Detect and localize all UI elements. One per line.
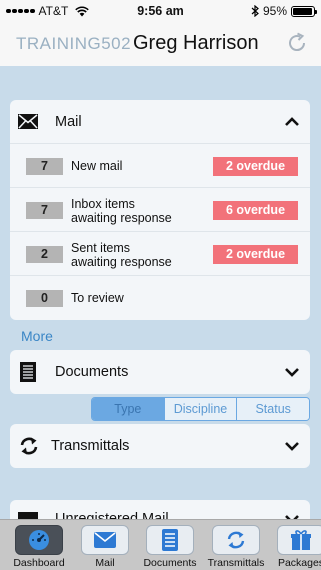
documents-title: Documents xyxy=(55,364,129,380)
mail-icon xyxy=(94,532,116,548)
battery-percent: 95% xyxy=(262,4,287,18)
mail-row-label-line-2: awaiting response xyxy=(71,255,172,269)
mail-row-inbox[interactable]: 7 Inbox items awaiting response 6 overdu… xyxy=(10,188,310,232)
chevron-down-icon[interactable] xyxy=(284,438,300,454)
tab-mail-button[interactable] xyxy=(81,525,129,555)
documents-segmented-control: Type Discipline Status xyxy=(91,397,310,421)
status-bar: AT&T 9:56 am 95% xyxy=(0,0,321,22)
overdue-badge: 6 overdue xyxy=(213,201,298,220)
mail-row-label-line-2: awaiting response xyxy=(71,211,172,225)
documents-icon xyxy=(162,529,178,551)
mail-row-to-review[interactable]: 0 To review xyxy=(10,276,310,320)
chevron-down-icon[interactable] xyxy=(284,364,300,380)
transmittals-icon xyxy=(227,531,245,549)
mail-count: 7 xyxy=(26,202,63,219)
refresh-icon[interactable] xyxy=(285,31,309,55)
tab-transmittals[interactable]: Transmittals xyxy=(207,520,265,570)
tab-documents[interactable]: Documents xyxy=(141,520,199,570)
tab-documents-button[interactable] xyxy=(146,525,194,555)
mail-row-label-line-1: Inbox items xyxy=(71,197,135,211)
tab-label: Packages xyxy=(277,557,321,569)
tab-label: Transmittals xyxy=(207,557,265,569)
packages-icon xyxy=(291,530,311,550)
tab-transmittals-button[interactable] xyxy=(212,525,260,555)
mail-row-sent[interactable]: 2 Sent items awaiting response 2 overdue xyxy=(10,232,310,276)
dashboard-icon xyxy=(29,530,49,550)
overdue-badge: 2 overdue xyxy=(213,157,298,176)
tab-dashboard[interactable]: Dashboard xyxy=(10,520,68,570)
tab-dashboard-button[interactable] xyxy=(15,525,63,555)
mail-card: Mail 7 New mail 2 overdue 7 Inbox items … xyxy=(10,100,310,320)
status-right: 95% xyxy=(251,4,317,18)
mail-title: Mail xyxy=(55,114,82,130)
more-link[interactable]: More xyxy=(21,328,53,344)
envelope-icon xyxy=(18,114,38,129)
chevron-up-icon[interactable] xyxy=(284,114,300,130)
segment-status[interactable]: Status xyxy=(236,398,309,420)
transmittals-icon xyxy=(20,437,38,455)
overdue-badge: 2 overdue xyxy=(213,245,298,264)
tab-label: Mail xyxy=(95,557,115,569)
user-name: Greg Harrison xyxy=(133,32,259,54)
mail-count: 0 xyxy=(26,290,63,307)
tab-packages[interactable]: Packages xyxy=(272,520,321,570)
org-code: TRAINING502 xyxy=(16,34,132,53)
transmittals-card[interactable]: Transmittals xyxy=(10,424,310,468)
segment-discipline[interactable]: Discipline xyxy=(163,398,237,420)
tab-bar: Dashboard Mail Documents Transmittals Pa… xyxy=(0,519,321,570)
mail-row-new-mail[interactable]: 7 New mail 2 overdue xyxy=(10,144,310,188)
battery-icon xyxy=(291,5,317,17)
mail-count: 2 xyxy=(26,246,63,263)
mail-row-label: To review xyxy=(71,291,124,305)
tab-packages-button[interactable] xyxy=(277,525,321,555)
bluetooth-icon xyxy=(251,5,259,17)
documents-card[interactable]: Documents xyxy=(10,350,310,394)
tab-mail[interactable]: Mail xyxy=(76,520,134,570)
segment-type[interactable]: Type xyxy=(92,398,164,420)
tab-label: Dashboard xyxy=(13,557,65,569)
document-icon xyxy=(20,362,36,382)
mail-row-label: New mail xyxy=(71,159,123,173)
transmittals-title: Transmittals xyxy=(51,438,130,454)
mail-row-label-line-1: Sent items xyxy=(71,241,131,255)
mail-card-header[interactable]: Mail xyxy=(10,100,310,144)
app-header: TRAINING502 Greg Harrison xyxy=(0,22,321,66)
tab-label: Documents xyxy=(143,557,197,569)
mail-count: 7 xyxy=(26,158,63,175)
